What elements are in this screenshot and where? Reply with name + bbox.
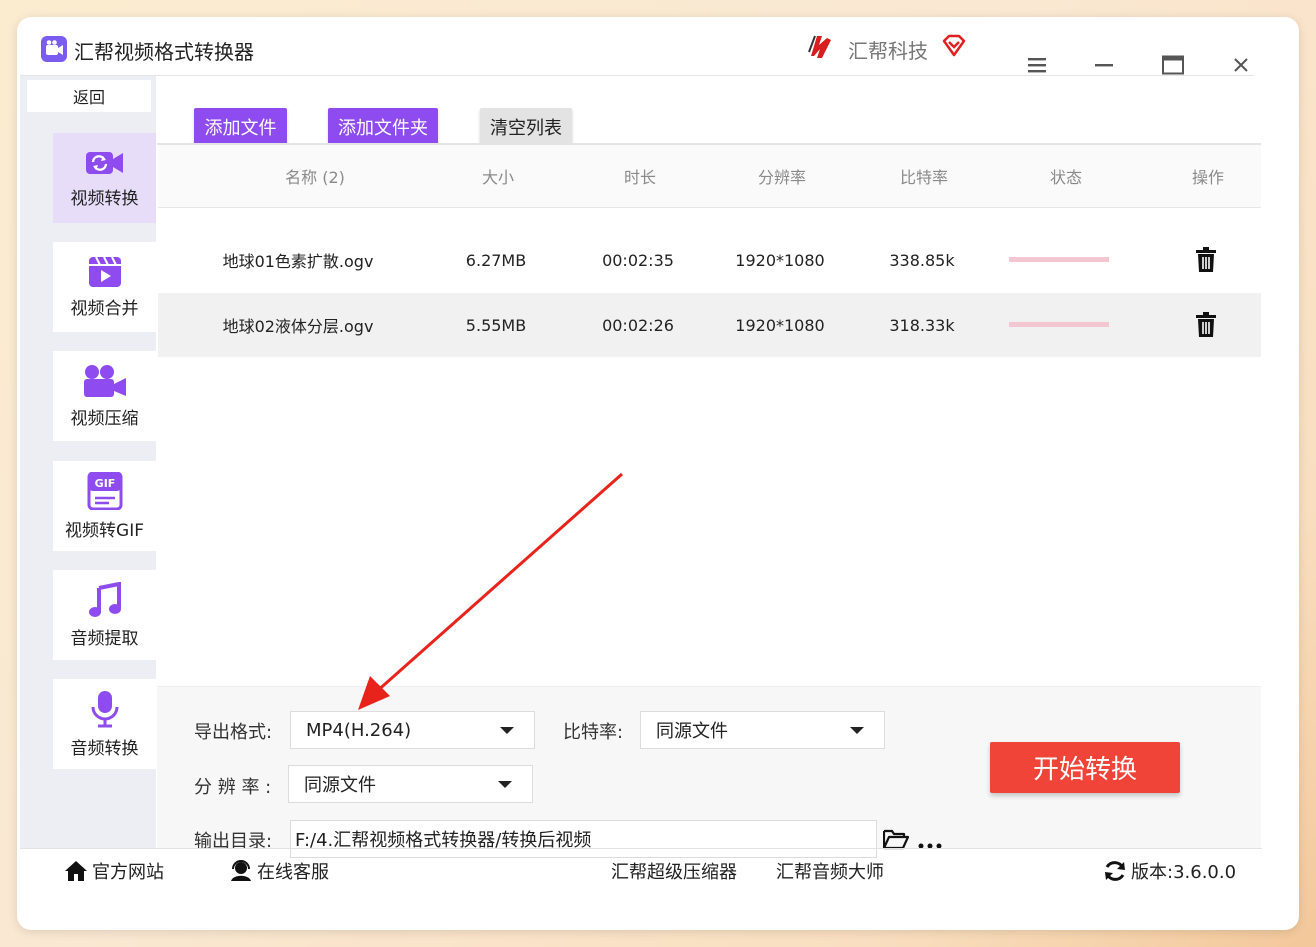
title-divider xyxy=(20,75,1254,76)
gif-icon: GIF xyxy=(87,471,122,510)
sidebar-item-label: 音频转换 xyxy=(70,738,139,759)
sidebar-item-video-compress[interactable]: 视频压缩 xyxy=(53,351,156,441)
column-header-status: 状态 xyxy=(1049,168,1082,187)
table-row[interactable]: 地球02液体分层.ogv 5.55MB 00:02:26 1920*1080 3… xyxy=(158,293,1261,357)
app-logo-icon xyxy=(41,36,67,62)
file-duration: 00:02:35 xyxy=(602,250,674,270)
file-resolution: 1920*1080 xyxy=(735,315,825,335)
file-name: 地球02液体分层.ogv xyxy=(222,317,374,336)
output-dir-field[interactable]: F:/4.汇帮视频格式转换器/转换后视频 xyxy=(290,820,877,858)
sidebar-item-video-convert[interactable]: 视频转换 xyxy=(53,133,156,223)
file-duration: 00:02:26 xyxy=(602,315,674,335)
table-row[interactable]: 地球01色素扩散.ogv 6.27MB 00:02:35 1920*1080 3… xyxy=(158,228,1261,292)
online-support-link[interactable]: 在线客服 xyxy=(229,858,329,884)
chevron-down-icon xyxy=(500,727,514,734)
start-convert-button[interactable]: 开始转换 xyxy=(990,742,1180,793)
chevron-down-icon xyxy=(850,727,864,734)
footer-divider xyxy=(20,848,1262,849)
resolution-label: 分 辨 率 : xyxy=(194,777,272,798)
add-folder-button[interactable]: 添加文件夹 xyxy=(328,108,438,146)
official-website-label: 官方网站 xyxy=(92,862,164,883)
file-size: 6.27MB xyxy=(465,250,527,270)
video-compress-icon xyxy=(83,364,126,397)
clear-list-button[interactable]: 清空列表 xyxy=(480,108,572,146)
back-button[interactable]: 返回 xyxy=(27,80,151,112)
file-bitrate: 338.85k xyxy=(889,250,955,270)
bitrate-select[interactable]: 同源文件 xyxy=(640,711,885,749)
delete-icon[interactable] xyxy=(1176,293,1236,357)
column-header-resolution[interactable]: 分辨率 xyxy=(732,145,832,207)
sidebar-item-label: 音频提取 xyxy=(70,628,139,649)
column-header-duration[interactable]: 时长 xyxy=(590,145,690,207)
brand-logo-icon xyxy=(808,35,831,58)
version-label: 版本:3.6.0.0 xyxy=(1131,862,1237,883)
footer-link-audio-master[interactable]: 汇帮音频大师 xyxy=(776,858,884,884)
official-website-link[interactable]: 官方网站 xyxy=(64,858,164,884)
file-bitrate: 318.33k xyxy=(889,315,955,335)
refresh-icon xyxy=(1105,861,1125,881)
home-icon xyxy=(65,861,87,881)
video-merge-icon xyxy=(88,256,121,287)
column-header-bitrate[interactable]: 比特率 xyxy=(874,145,974,207)
table-header: 名称 (2) 大小 时长 分辨率 比特率 状态 操作 xyxy=(158,145,1261,208)
window-title: 汇帮视频格式转换器 xyxy=(74,40,254,64)
file-name: 地球01色素扩散.ogv xyxy=(222,252,374,271)
progress-bar xyxy=(1009,322,1109,327)
more-options-icon[interactable] xyxy=(918,835,942,849)
online-support-label: 在线客服 xyxy=(257,862,329,883)
column-header-size[interactable]: 大小 xyxy=(448,145,548,207)
sidebar-item-video-to-gif[interactable]: GIF 视频转GIF xyxy=(53,461,156,551)
bitrate-select-value: 同源文件 xyxy=(656,721,728,742)
column-header-name[interactable]: 名称 (2) xyxy=(230,145,400,207)
footer-link-compressor[interactable]: 汇帮超级压缩器 xyxy=(611,858,737,884)
resolution-select-value: 同源文件 xyxy=(304,775,376,796)
sidebar-item-video-merge[interactable]: 视频合并 xyxy=(53,242,156,332)
file-resolution: 1920*1080 xyxy=(735,250,825,270)
column-header-action: 操作 xyxy=(1191,168,1224,187)
format-select-value: MP4(H.264) xyxy=(306,719,412,741)
vip-diamond-icon[interactable] xyxy=(941,33,967,59)
music-note-icon xyxy=(88,581,121,617)
sidebar-item-audio-convert[interactable]: 音频转换 xyxy=(53,679,156,769)
add-file-button[interactable]: 添加文件 xyxy=(194,108,287,146)
sidebar-item-audio-extract[interactable]: 音频提取 xyxy=(53,570,156,660)
progress-bar xyxy=(1009,257,1109,262)
sidebar-item-label: 视频压缩 xyxy=(70,408,139,429)
output-dir-label: 输出目录: xyxy=(194,831,273,852)
chevron-down-icon xyxy=(498,781,512,788)
delete-icon[interactable] xyxy=(1176,228,1236,292)
sidebar-item-label: 视频转GIF xyxy=(65,520,144,541)
resolution-select[interactable]: 同源文件 xyxy=(288,765,533,803)
customer-service-icon xyxy=(231,860,251,881)
microphone-icon xyxy=(91,690,118,727)
sidebar-item-label: 视频转换 xyxy=(70,188,139,209)
file-size: 5.55MB xyxy=(465,315,527,335)
version-info[interactable]: 版本:3.6.0.0 xyxy=(1103,858,1236,884)
format-label: 导出格式: xyxy=(194,722,273,743)
svg-text:GIF: GIF xyxy=(94,477,115,490)
sidebar-item-label: 视频合并 xyxy=(70,298,139,319)
brand-name: 汇帮科技 xyxy=(848,39,928,63)
video-convert-icon xyxy=(85,151,123,174)
annotation-arrow xyxy=(358,472,623,710)
bitrate-label: 比特率: xyxy=(563,722,624,743)
